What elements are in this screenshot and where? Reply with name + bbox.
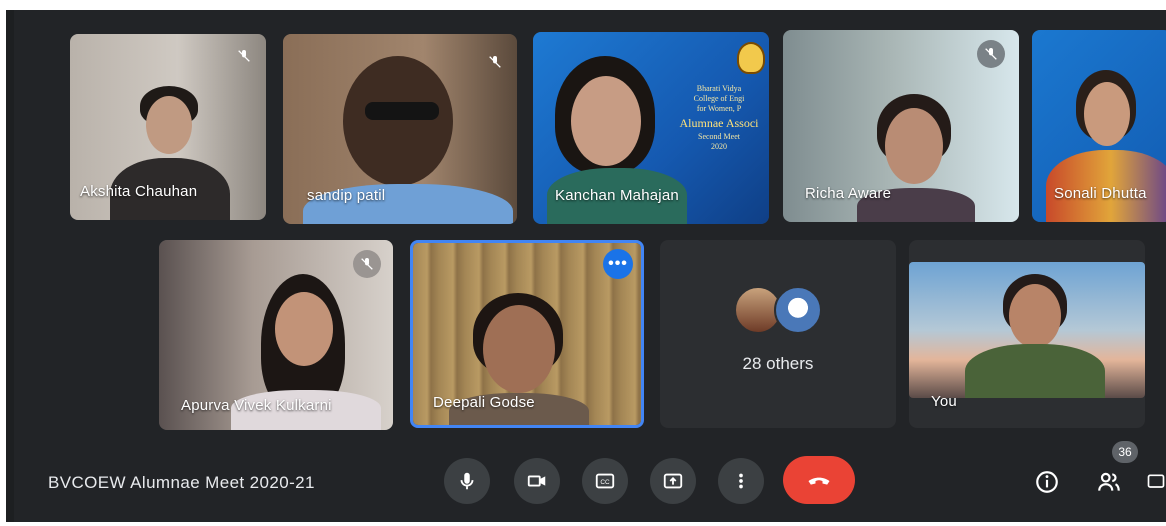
- others-tile[interactable]: 28 others: [660, 240, 896, 428]
- face: [483, 305, 555, 393]
- more-options-icon: [739, 473, 743, 489]
- participant-avatar: [774, 286, 822, 334]
- slide-line: College of Engi: [693, 94, 745, 103]
- present-screen-icon: [663, 473, 683, 489]
- svg-text:CC: CC: [600, 479, 610, 486]
- captions-button[interactable]: CC: [582, 458, 628, 504]
- participant-name: Kanchan Mahajan: [555, 187, 679, 204]
- people-button[interactable]: [1092, 465, 1126, 499]
- participant-name: Sonali Dhutta: [1054, 185, 1147, 202]
- participant-count-badge: 36: [1112, 441, 1138, 463]
- meeting-title: BVCOEW Alumnae Meet 2020-21: [48, 473, 315, 492]
- mic-off-icon: [977, 40, 1005, 68]
- participant-name: sandip patil: [307, 187, 386, 204]
- torso: [965, 344, 1105, 398]
- mic-off-icon: [481, 48, 509, 76]
- face: [885, 108, 943, 184]
- participant-tile-sandip[interactable]: sandip patil: [283, 34, 517, 224]
- face: [343, 56, 453, 186]
- end-call-icon: [808, 477, 830, 485]
- participant-name: Richa Aware: [805, 185, 892, 202]
- people-icon: [1098, 472, 1120, 491]
- face: [571, 76, 641, 166]
- meet-window: Akshita Chauhan sandip patil Bharati Vid…: [6, 10, 1166, 522]
- participant-name: Apurva Vivek Kulkarni: [181, 397, 332, 414]
- slide-line: Bharati Vidya: [696, 84, 742, 93]
- microphone-icon: [460, 472, 474, 490]
- end-call-button[interactable]: [783, 456, 855, 504]
- meeting-details-button[interactable]: [1030, 465, 1064, 499]
- face: [1084, 82, 1130, 146]
- others-count-label: 28 others: [742, 354, 814, 373]
- microphone-button[interactable]: [444, 458, 490, 504]
- college-logo: [737, 42, 765, 74]
- face: [1009, 284, 1061, 348]
- participant-tile-sonali[interactable]: Sonali Dhutta: [1032, 30, 1166, 222]
- mic-off-icon: [230, 42, 258, 70]
- camera-button[interactable]: [514, 458, 560, 504]
- face: [146, 96, 192, 154]
- mic-off-icon: [353, 250, 381, 278]
- participant-name: You: [931, 393, 957, 410]
- slide-line: Second Meet: [698, 132, 740, 141]
- slide-line: Alumnae Associ: [679, 116, 759, 130]
- slide-line: 2020: [711, 142, 727, 151]
- captions-icon: CC: [595, 473, 615, 489]
- participant-tile-richa[interactable]: Richa Aware: [783, 30, 1019, 222]
- slide-text: Bharati Vidya College of Engi for Women,…: [671, 84, 767, 152]
- chat-icon: [1147, 474, 1165, 488]
- camera-icon: [527, 475, 546, 487]
- participant-tile-deepali[interactable]: ••• Deepali Godse: [410, 240, 644, 428]
- slide-line: for Women, P: [696, 104, 742, 113]
- info-icon: [1036, 471, 1058, 493]
- participant-name: Akshita Chauhan: [80, 183, 198, 200]
- participant-tile-kanchan[interactable]: Bharati Vidya College of Engi for Women,…: [533, 32, 769, 224]
- participant-tile-you[interactable]: You: [909, 240, 1145, 428]
- participant-name: Deepali Godse: [433, 394, 535, 411]
- more-options-icon[interactable]: •••: [603, 249, 633, 279]
- glasses: [365, 102, 439, 120]
- self-video: [909, 262, 1145, 398]
- present-screen-button[interactable]: [650, 458, 696, 504]
- chat-button[interactable]: [1146, 465, 1166, 499]
- more-options-button[interactable]: [718, 458, 764, 504]
- face: [275, 292, 333, 366]
- participant-tile-apurva[interactable]: Apurva Vivek Kulkarni: [159, 240, 393, 430]
- participant-tile-akshita[interactable]: Akshita Chauhan: [70, 34, 266, 220]
